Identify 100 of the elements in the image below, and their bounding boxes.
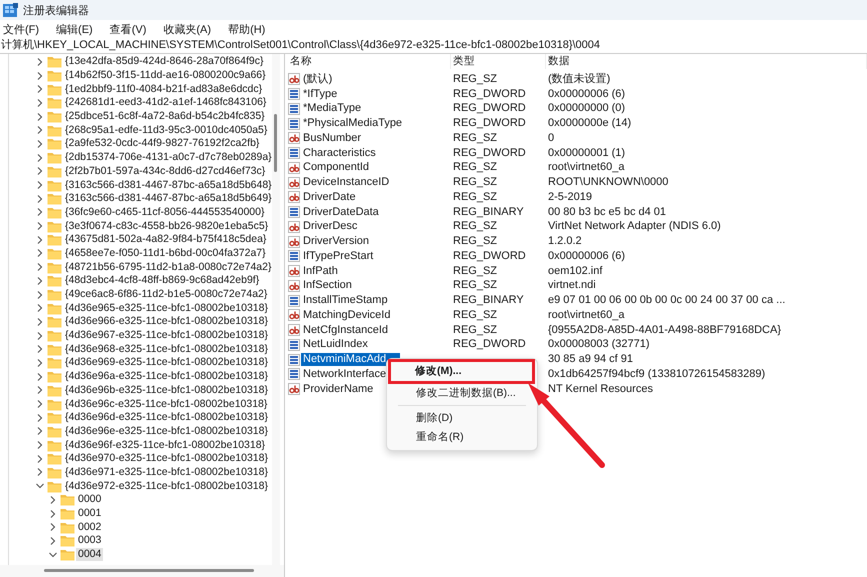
expand-chevron-icon[interactable] [35,372,45,382]
value-name[interactable]: NetLuidIndex [301,338,370,352]
value-name[interactable]: NetCfgInstanceId [301,324,390,337]
expand-chevron-icon[interactable] [35,303,45,314]
tree-item[interactable]: {14b62f50-3f15-11dd-ae16-0800200c9a66} [63,69,268,82]
expand-chevron-icon[interactable] [48,522,58,532]
tree-item[interactable]: {1ed2bbf9-11f0-4084-b21f-ad83a8e6dcdc} [63,82,264,96]
value-name[interactable]: InfPath [301,264,340,278]
value-name[interactable]: DriverDateData [301,206,381,219]
value-name[interactable]: IfTypePreStart [301,250,376,263]
tree-item[interactable]: {4658ee7e-f050-11d1-b6bd-00c04fa372a7} [63,246,268,260]
expand-chevron-icon[interactable] [48,494,58,505]
value-name[interactable]: DriverVersion [301,235,372,248]
expand-chevron-icon[interactable] [35,344,45,354]
address-field[interactable]: 计算机\HKEY_LOCAL_MACHINE\SYSTEM\ControlSet001\Control\Class\{4d36e972-e325-11ce-bfc1-08002be10318}\0004 [0,38,867,53]
expand-chevron-icon[interactable] [35,399,45,410]
tree-item[interactable]: 0003 [76,534,104,548]
value-name[interactable]: DeviceInstanceID [301,176,392,190]
expand-chevron-icon[interactable] [35,98,45,108]
value-name[interactable]: ProviderName [301,382,376,396]
expand-chevron-icon[interactable] [35,125,45,136]
value-name[interactable]: InstallTimeStamp [301,294,390,308]
tree-item[interactable]: {4d36e972-e325-11ce-bfc1-08002be10318} [63,480,270,493]
tree-item[interactable]: {242681d1-eed3-41d2-a1ef-1468fc843106} [63,96,268,110]
tree-item[interactable]: {48721b56-6795-11d2-b1a8-0080c72e74a2} [63,260,272,274]
tree-item[interactable]: {2a9fe532-0cdc-44f9-9827-76192f2ca2fb} [63,137,262,150]
expand-chevron-icon[interactable] [35,290,45,300]
expand-chevron-icon[interactable] [35,412,45,423]
expand-chevron-icon[interactable] [35,138,45,149]
tree-item[interactable]: {4d36e965-e325-11ce-bfc1-08002be10318} [63,302,270,315]
menu-item[interactable]: 修改(M)... [391,362,532,381]
tree-item[interactable]: {49ce6ac8-6f86-11d2-b1e5-0080c72e74a2} [63,288,270,302]
tree-item[interactable]: 0002 [76,520,104,534]
menu-item[interactable]: 编辑(E) [56,22,100,36]
collapse-chevron-icon[interactable] [48,550,58,560]
tree-item[interactable]: {3163c566-d381-4467-87bc-a65a18d5b648} [63,178,272,192]
value-name[interactable]: (默认) [301,72,334,86]
expand-chevron-icon[interactable] [48,536,58,546]
expand-chevron-icon[interactable] [35,166,45,176]
expand-chevron-icon[interactable] [35,56,45,67]
menu-item[interactable]: 收藏夹(A) [163,22,218,36]
tree-item[interactable]: 0000 [76,493,104,506]
tree-item[interactable]: {48d3ebc4-4cf8-48ff-b869-9c68ad42eb9f} [63,274,262,288]
value-name[interactable]: DriverDesc [301,220,360,234]
tree-item[interactable]: {4d36e96d-e325-11ce-bfc1-08002be10318} [63,411,270,424]
tree-item[interactable]: {4d36e967-e325-11ce-bfc1-08002be10318} [63,329,270,342]
expand-chevron-icon[interactable] [48,508,58,519]
expand-chevron-icon[interactable] [35,221,45,232]
expand-chevron-icon[interactable] [35,207,45,218]
tree-item[interactable]: {3163c566-d381-4467-87bc-a65a18d5b649} [63,192,272,206]
expand-chevron-icon[interactable] [35,330,45,341]
value-name[interactable]: NetworkInterface [301,368,388,381]
tree-item[interactable]: {43675d81-502a-4a82-9f84-b75f418c5dea} [63,233,268,246]
tree-item[interactable]: {4d36e96e-e325-11ce-bfc1-08002be10318} [63,424,270,438]
expand-chevron-icon[interactable] [35,84,45,94]
value-name[interactable]: NetvminiMacAdd [301,353,400,366]
value-name[interactable]: BusNumber [301,132,364,145]
tree-item[interactable]: 0001 [76,507,104,520]
tree-item[interactable]: {4d36e969-e325-11ce-bfc1-08002be10318} [63,356,270,370]
tree-item[interactable]: {25dbce51-6c8f-4a72-8a6d-b54c2b4fc835} [63,110,267,124]
expand-chevron-icon[interactable] [35,385,45,396]
value-name[interactable]: InfSection [301,279,354,292]
value-name[interactable]: *MediaType [301,102,364,116]
tree-item[interactable]: {4d36e970-e325-11ce-bfc1-08002be10318} [63,452,270,466]
expand-chevron-icon[interactable] [35,467,45,478]
expand-chevron-icon[interactable] [35,70,45,81]
column-header[interactable]: 数据 [546,54,867,69]
column-header[interactable]: 名称 [288,54,451,69]
horizontal-scrollbar[interactable] [0,565,284,577]
expand-chevron-icon[interactable] [35,316,45,327]
tree-item[interactable]: {2db15374-706e-4131-a0c7-d7c78eb0289a} [63,151,272,164]
tree-item[interactable]: {4d36e966-e325-11ce-bfc1-08002be10318} [63,315,270,328]
tree-item[interactable]: {36fc9e60-c465-11cf-8056-444553540000} [63,206,266,219]
vertical-scrollbar[interactable] [272,54,280,565]
tree-item[interactable]: {4d36e968-e325-11ce-bfc1-08002be10318} [63,342,270,356]
expand-chevron-icon[interactable] [35,248,45,258]
expand-chevron-icon[interactable] [35,440,45,450]
value-name[interactable]: MatchingDeviceId [301,308,392,322]
tree-item[interactable]: {13e42dfa-85d9-424d-8646-28a70f864f9c} [63,55,266,68]
menu-item[interactable]: 删除(D) [392,409,532,428]
expand-chevron-icon[interactable] [35,276,45,286]
value-name[interactable]: Characteristics [301,146,378,160]
tree-item[interactable]: {4d36e96a-e325-11ce-bfc1-08002be10318} [63,370,270,384]
expand-chevron-icon[interactable] [35,262,45,272]
expand-chevron-icon[interactable] [35,180,45,190]
menu-item[interactable]: 帮助(H) [228,22,272,36]
value-name[interactable]: *PhysicalMediaType [301,117,404,130]
expand-chevron-icon[interactable] [35,358,45,368]
tree-item[interactable]: {3e3f0674-c83c-4558-bb26-9820e1eba5c5} [63,220,270,233]
expand-chevron-icon[interactable] [35,234,45,245]
menu-item[interactable]: 重命名(R) [392,428,532,447]
value-name[interactable]: *IfType [301,88,340,101]
tree-item[interactable]: {2f2b7b01-597a-434c-8dd6-d27cd46ef73c} [63,164,268,178]
tree-item[interactable]: {4d36e96c-e325-11ce-bfc1-08002be10318} [63,398,270,411]
tree-item[interactable]: {268c95a1-edfe-11d3-95c3-0010dc4050a5} [63,124,270,137]
expand-chevron-icon[interactable] [35,194,45,204]
menu-item[interactable]: 文件(F) [3,22,46,36]
expand-chevron-icon[interactable] [35,426,45,436]
tree-item[interactable]: 0004 [76,548,104,562]
tree-item[interactable]: {4d36e96f-e325-11ce-bfc1-08002be10318} [63,438,268,452]
